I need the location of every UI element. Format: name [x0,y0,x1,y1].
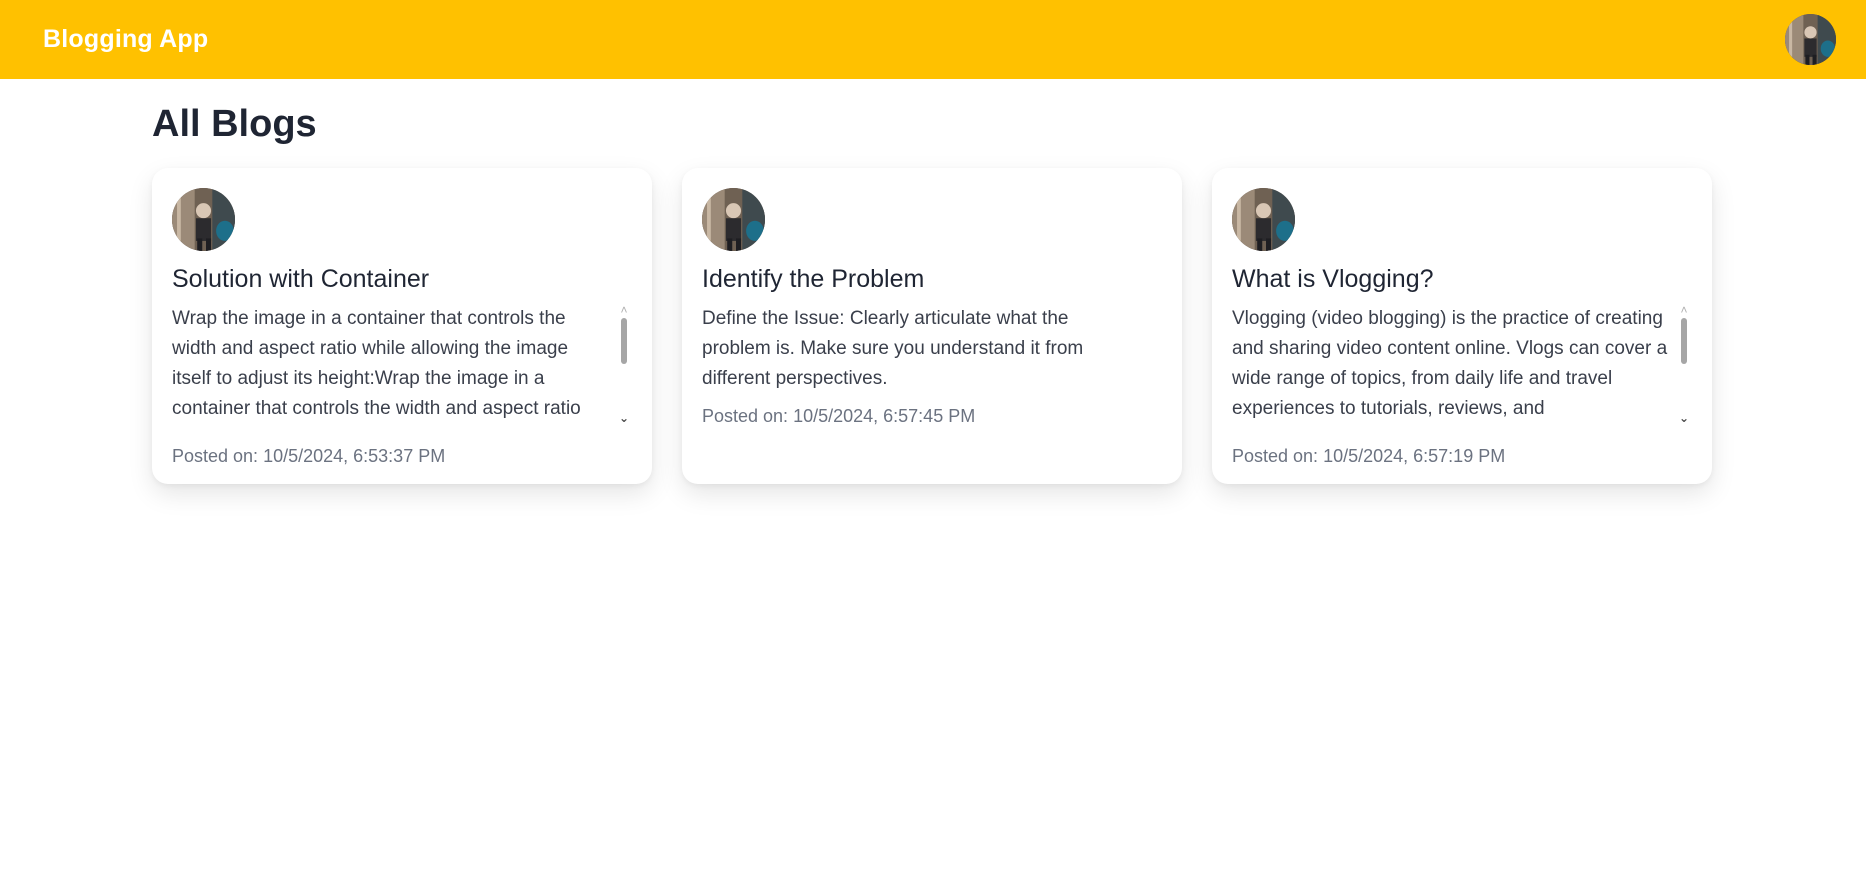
scroll-thumb[interactable] [621,318,627,364]
blog-card-body-container: Define the Issue: Clearly articulate wha… [702,304,1162,394]
author-avatar-icon [172,188,235,251]
blog-card-title[interactable]: What is Vlogging? [1232,265,1692,294]
blog-card-body-container: Wrap the image in a container that contr… [172,304,632,424]
page-title: All Blogs [152,103,317,145]
author-avatar-icon [1232,188,1295,251]
scroll-up-icon[interactable]: ˄ [1676,304,1692,316]
main-content: All Blogs Solution with Container Wrap t… [0,103,1866,484]
top-navbar: Blogging App [0,0,1866,79]
user-avatar-icon[interactable] [1785,14,1836,65]
blog-card-posted-date: Posted on: 10/5/2024, 6:57:19 PM [1232,446,1506,466]
scroll-thumb[interactable] [1681,318,1687,364]
blog-grid: Solution with Container Wrap the image i… [152,168,1714,484]
blog-card-scrollbar[interactable]: ˄ ⌄ [1676,304,1692,424]
blog-card-title[interactable]: Identify the Problem [702,265,1162,294]
scroll-down-icon[interactable]: ⌄ [616,412,632,424]
scroll-up-icon[interactable]: ˄ [616,304,632,316]
blog-card-body: Vlogging (video blogging) is the practic… [1232,308,1668,419]
author-avatar-icon [702,188,765,251]
blog-card-scrollbar[interactable]: ˄ ⌄ [616,304,632,424]
blog-card-body-container: Vlogging (video blogging) is the practic… [1232,304,1692,424]
blog-card[interactable]: Identify the Problem Define the Issue: C… [682,168,1182,484]
scroll-down-icon[interactable]: ⌄ [1676,412,1692,424]
app-brand[interactable]: Blogging App [43,25,208,54]
blog-card-title[interactable]: Solution with Container [172,265,632,294]
blog-card[interactable]: What is Vlogging? Vlogging (video bloggi… [1212,168,1712,484]
blog-card-posted-date: Posted on: 10/5/2024, 6:57:45 PM [702,406,976,426]
blog-card-posted-date: Posted on: 10/5/2024, 6:53:37 PM [172,446,446,466]
blog-card[interactable]: Solution with Container Wrap the image i… [152,168,652,484]
blog-card-body: Define the Issue: Clearly articulate wha… [702,308,1084,389]
blog-card-body: Wrap the image in a container that contr… [172,308,581,419]
